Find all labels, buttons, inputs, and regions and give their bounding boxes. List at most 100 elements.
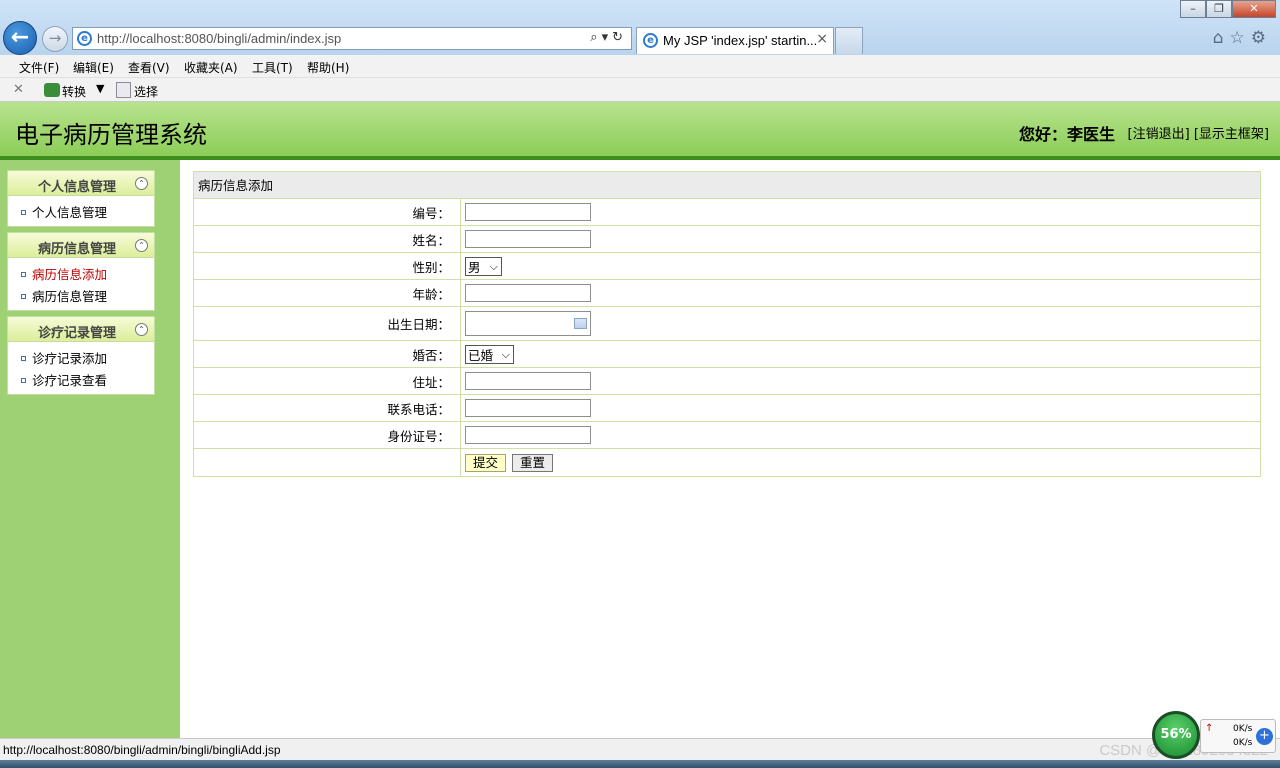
form-row-gender: 性别： 男 ⌵	[194, 253, 1260, 280]
chevron-down-icon: ⌵	[489, 259, 498, 273]
forward-button[interactable]: →	[42, 26, 68, 52]
panel-treatment-record: 诊疗记录管理 ⌃ 诊疗记录添加 诊疗记录查看	[7, 316, 155, 395]
new-tab-button[interactable]	[835, 27, 863, 54]
tab-ie-icon: e	[643, 33, 658, 48]
status-url: http://localhost:8080/bingli/admin/bingl…	[3, 743, 281, 757]
taskbar	[0, 760, 1280, 768]
command-bar: ✕ 转换 ▼ 选择	[0, 78, 1280, 102]
record-add-form: 病历信息添加 编号： 姓名： 性别： 男 ⌵ 年龄： 出生日期： 婚否： 已婚 …	[193, 171, 1261, 477]
birth-date-input[interactable]	[465, 311, 591, 336]
phone-input[interactable]	[465, 399, 591, 417]
gender-value: 男	[468, 259, 481, 275]
menu-file[interactable]: 文件(F)	[19, 59, 59, 76]
speed-percent: 56%	[1160, 727, 1192, 742]
window-controls: – ❐ ✕	[1180, 0, 1276, 18]
bullet-icon	[21, 210, 26, 215]
sidebar-item-label: 诊疗记录添加	[32, 351, 108, 366]
select-button[interactable]: 选择	[134, 83, 158, 100]
panel-medical-record: 病历信息管理 ⌃ 病历信息添加 病历信息管理	[7, 232, 155, 311]
close-icon[interactable]: ×	[816, 31, 828, 47]
menu-help[interactable]: 帮助(H)	[307, 59, 349, 76]
panel-title: 诊疗记录管理	[37, 326, 116, 341]
menu-favorites[interactable]: 收藏夹(A)	[184, 59, 238, 76]
label-phone: 联系电话：	[194, 395, 461, 421]
panel-header[interactable]: 诊疗记录管理 ⌃	[8, 317, 154, 342]
form-row-age: 年龄：	[194, 280, 1260, 307]
convert-button[interactable]: 转换	[62, 83, 86, 100]
close-toolbar-icon[interactable]: ✕	[13, 82, 24, 97]
age-input[interactable]	[465, 284, 591, 302]
plus-icon[interactable]: +	[1256, 728, 1273, 745]
browser-toolbar: ← → e http://localhost:8080/bingli/admin…	[0, 0, 1280, 55]
reset-button[interactable]: 重置	[512, 453, 554, 472]
bullet-icon	[21, 272, 26, 277]
address-text: http://localhost:8080/bingli/admin/index…	[97, 31, 342, 46]
idcard-input[interactable]	[465, 426, 591, 444]
calendar-icon[interactable]	[574, 318, 587, 329]
panel-personal-info: 个人信息管理 ⌃ 个人信息管理	[7, 170, 155, 227]
ie-icon: e	[77, 31, 92, 46]
sidebar-item-label: 病历信息管理	[32, 289, 108, 304]
chevron-down-icon: ⌵	[501, 347, 510, 361]
collapse-icon[interactable]: ⌃	[135, 239, 148, 252]
submit-button[interactable]: 提交	[465, 453, 507, 472]
panel-header[interactable]: 个人信息管理 ⌃	[8, 171, 154, 196]
form-caption: 病历信息添加	[194, 172, 1260, 199]
sidebar-item-record-manage[interactable]: 病历信息管理	[8, 286, 154, 308]
convert-icon	[44, 83, 60, 97]
collapse-icon[interactable]: ⌃	[135, 323, 148, 336]
menu-view[interactable]: 查看(V)	[128, 59, 170, 76]
show-frame-link[interactable]: [显示主框架]	[1194, 127, 1269, 142]
sidebar-item-record-add[interactable]: 病历信息添加	[8, 264, 154, 286]
header-links: [注销退出] [显示主框架]	[1128, 123, 1269, 142]
panel-header[interactable]: 病历信息管理 ⌃	[8, 233, 154, 258]
address-input[interactable]	[465, 372, 591, 390]
sidebar-item-label: 诊疗记录查看	[32, 373, 108, 388]
sidebar-item-label: 个人信息管理	[32, 205, 108, 220]
menu-bar: 文件(F) 编辑(E) 查看(V) 收藏夹(A) 工具(T) 帮助(H)	[0, 55, 1280, 78]
user-greeting: 您好：李医生	[1018, 125, 1115, 144]
chevron-down-icon[interactable]: ▼	[96, 82, 104, 95]
sidebar: 个人信息管理 ⌃ 个人信息管理 病历信息管理 ⌃ 病历信息添加 病历信息管理 诊…	[0, 160, 180, 738]
gender-select[interactable]: 男 ⌵	[465, 256, 502, 276]
collapse-icon[interactable]: ⌃	[135, 177, 148, 190]
label-gender: 性别：	[194, 253, 461, 279]
form-row-phone: 联系电话：	[194, 395, 1260, 422]
label-age: 年龄：	[194, 280, 461, 306]
tab-title: My JSP 'index.jsp' startin...	[663, 33, 818, 48]
label-address: 住址：	[194, 368, 461, 394]
back-button[interactable]: ←	[3, 21, 37, 55]
form-row-married: 婚否： 已婚 ⌵	[194, 341, 1260, 368]
minimize-button[interactable]: –	[1180, 0, 1206, 18]
tab-index[interactable]: e My JSP 'index.jsp' startin... ×	[636, 27, 834, 54]
name-input[interactable]	[465, 230, 591, 248]
sidebar-item-treatment-add[interactable]: 诊疗记录添加	[8, 348, 154, 370]
upload-speed: 0K/s	[1233, 724, 1253, 734]
label-birth: 出生日期：	[194, 307, 461, 340]
form-row-actions: 提交 重置	[194, 449, 1260, 476]
speed-widget[interactable]: 56%	[1152, 711, 1200, 759]
logout-link[interactable]: [注销退出]	[1128, 127, 1190, 142]
sidebar-item-treatment-view[interactable]: 诊疗记录查看	[8, 370, 154, 392]
site-title: 电子病历管理系统	[15, 121, 207, 149]
address-bar[interactable]: e http://localhost:8080/bingli/admin/ind…	[72, 27, 632, 50]
label-married: 婚否：	[194, 341, 461, 367]
menu-tools[interactable]: 工具(T)	[252, 59, 293, 76]
maximize-button[interactable]: ❐	[1206, 0, 1232, 18]
bullet-icon	[21, 378, 26, 383]
label-name: 姓名：	[194, 226, 461, 252]
search-refresh-icons[interactable]: ⌕▾↻	[590, 30, 627, 45]
menu-edit[interactable]: 编辑(E)	[73, 59, 114, 76]
sidebar-item-personal-info[interactable]: 个人信息管理	[8, 202, 154, 224]
home-star-gear-icons[interactable]: ⌂☆⚙	[1213, 28, 1272, 48]
label-empty	[194, 449, 461, 476]
sidebar-item-label: 病历信息添加	[32, 267, 108, 282]
bullet-icon	[21, 294, 26, 299]
form-row-birth: 出生日期：	[194, 307, 1260, 341]
form-row-name: 姓名：	[194, 226, 1260, 253]
download-speed: 0K/s	[1233, 738, 1253, 748]
married-value: 已婚	[468, 347, 494, 363]
window-close-button[interactable]: ✕	[1232, 0, 1276, 18]
married-select[interactable]: 已婚 ⌵	[465, 344, 514, 364]
id-input[interactable]	[465, 203, 591, 221]
